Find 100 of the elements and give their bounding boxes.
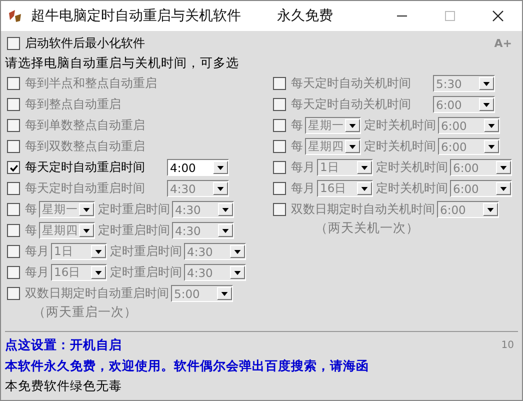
dropdown-arrow-icon <box>361 186 368 190</box>
dropdown-arrow-icon <box>95 270 102 274</box>
version-number: 10 <box>501 340 514 350</box>
checkbox[interactable] <box>7 182 20 195</box>
checkbox[interactable] <box>7 119 20 132</box>
option-label: 每天定时自动关机时间 <box>291 75 412 92</box>
font-size-button[interactable]: A+ <box>494 37 512 50</box>
option-label: 每月 <box>25 243 49 260</box>
time-dropdown[interactable]: 4:00 <box>167 159 229 176</box>
option-label: 每到整点自动重启 <box>25 96 121 113</box>
option-note: （两天重启一次） <box>32 304 138 321</box>
day-dropdown[interactable]: 星期四 <box>305 138 361 155</box>
dropdown-arrow-icon <box>234 250 241 254</box>
checkbox[interactable] <box>7 245 20 258</box>
day-dropdown[interactable]: 星期一 <box>305 117 361 134</box>
time-dropdown[interactable]: 4:30 <box>172 222 234 239</box>
window-subtitle: 永久免费 <box>277 7 333 25</box>
time-dropdown[interactable]: 6:00 <box>438 138 500 155</box>
window-title: 超牛电脑定时自动重启与关机软件 <box>31 7 241 25</box>
dropdown-arrow-icon <box>83 228 90 232</box>
option-label: 定时关机时间 <box>376 159 448 176</box>
option-label: 定时重启时间 <box>110 243 182 260</box>
checkbox[interactable] <box>7 161 20 174</box>
close-icon[interactable] <box>491 9 505 23</box>
day-dropdown[interactable]: 16日 <box>51 264 107 281</box>
time-dropdown[interactable]: 6:00 <box>450 180 512 197</box>
option-label: 每 <box>25 222 37 239</box>
checkbox[interactable] <box>273 98 286 111</box>
time-dropdown[interactable]: 5:00 <box>171 285 233 302</box>
time-dropdown[interactable]: 4:30 <box>184 264 246 281</box>
dropdown-arrow-icon <box>483 82 490 86</box>
dropdown-arrow-icon <box>222 228 229 232</box>
dropdown-arrow-icon <box>488 124 495 128</box>
option-label: 每 <box>25 201 37 218</box>
time-dropdown[interactable]: 6:00 <box>438 117 500 134</box>
dropdown-arrow-icon <box>83 208 90 212</box>
time-dropdown[interactable]: 4:30 <box>172 201 234 218</box>
checkbox[interactable] <box>7 77 20 90</box>
dropdown-arrow-icon <box>500 166 507 170</box>
dropdown-arrow-icon <box>349 144 356 148</box>
checkbox[interactable] <box>7 37 20 50</box>
app-icon <box>7 8 23 24</box>
option-label: 定时重启时间 <box>98 222 170 239</box>
autostart-setting-link[interactable]: 点这设置：开机自启 <box>5 336 122 354</box>
option-note: （两天关机一次） <box>314 220 420 237</box>
time-dropdown[interactable]: 5:30 <box>433 75 495 92</box>
checkbox[interactable] <box>7 266 20 279</box>
dropdown-arrow-icon <box>222 208 229 212</box>
option-label: 定时关机时间 <box>364 117 436 134</box>
checkbox[interactable] <box>273 161 286 174</box>
day-dropdown[interactable]: 1日 <box>51 243 107 260</box>
day-dropdown[interactable]: 星期一 <box>39 201 95 218</box>
time-dropdown[interactable]: 6:00 <box>450 159 512 176</box>
time-dropdown[interactable]: 4:30 <box>184 243 246 260</box>
option-label: 每月 <box>291 180 315 197</box>
dropdown-arrow-icon <box>483 102 490 106</box>
option-label: 每 <box>291 138 303 155</box>
free-notice-text: 本软件永久免费，欢迎使用。软件偶尔会弹出百度搜索，请海函 <box>5 357 370 375</box>
option-label: 双数日期定时自动关机时间 <box>291 201 435 218</box>
option-label: 每天定时自动重启时间 <box>25 180 146 197</box>
checkbox[interactable] <box>7 224 20 237</box>
dropdown-arrow-icon <box>95 250 102 254</box>
dropdown-arrow-icon <box>487 208 494 212</box>
checkbox[interactable] <box>273 140 286 153</box>
checkbox[interactable] <box>7 98 20 111</box>
dropdown-arrow-icon <box>349 124 356 128</box>
instruction-text: 请选择电脑自动重启与关机时间，可多选 <box>5 54 240 72</box>
option-label: 定时关机时间 <box>376 180 448 197</box>
dropdown-arrow-icon <box>217 166 224 170</box>
dropdown-arrow-icon <box>217 186 224 190</box>
checkbox[interactable] <box>7 287 20 300</box>
checkbox[interactable] <box>7 140 20 153</box>
option-label: 定时关机时间 <box>364 138 436 155</box>
day-dropdown[interactable]: 星期四 <box>39 222 95 239</box>
checkbox[interactable] <box>273 119 286 132</box>
checkbox[interactable] <box>273 77 286 90</box>
option-label: 每月 <box>25 264 49 281</box>
checkbox-label: 启动软件后最小化软件 <box>25 35 145 52</box>
status-text: 本免费软件绿色无毒 <box>5 377 123 395</box>
day-dropdown[interactable]: 16日 <box>317 180 373 197</box>
day-dropdown[interactable]: 1日 <box>317 159 373 176</box>
option-label: 每天定时自动重启时间 <box>25 159 146 176</box>
option-label: 每天定时自动关机时间 <box>291 96 412 113</box>
dropdown-arrow-icon <box>234 270 241 274</box>
checkbox[interactable] <box>273 182 286 195</box>
checkbox[interactable] <box>7 203 20 216</box>
option-label: 每到单数整点自动重启 <box>25 117 145 134</box>
option-label: 每到半点和整点自动重启 <box>25 75 157 92</box>
option-label: 定时重启时间 <box>110 264 182 281</box>
option-label: 每 <box>291 117 303 134</box>
dropdown-arrow-icon <box>361 166 368 170</box>
time-dropdown[interactable]: 6:00 <box>433 96 495 113</box>
dropdown-arrow-icon <box>500 186 507 190</box>
option-label: 每月 <box>291 159 315 176</box>
time-dropdown[interactable]: 6:00 <box>437 201 499 218</box>
option-label: 定时重启时间 <box>98 201 170 218</box>
time-dropdown[interactable]: 4:30 <box>167 180 229 197</box>
dropdown-arrow-icon <box>221 292 228 296</box>
checkbox[interactable] <box>273 203 286 216</box>
option-label: 每到双数整点自动重启 <box>25 138 145 155</box>
